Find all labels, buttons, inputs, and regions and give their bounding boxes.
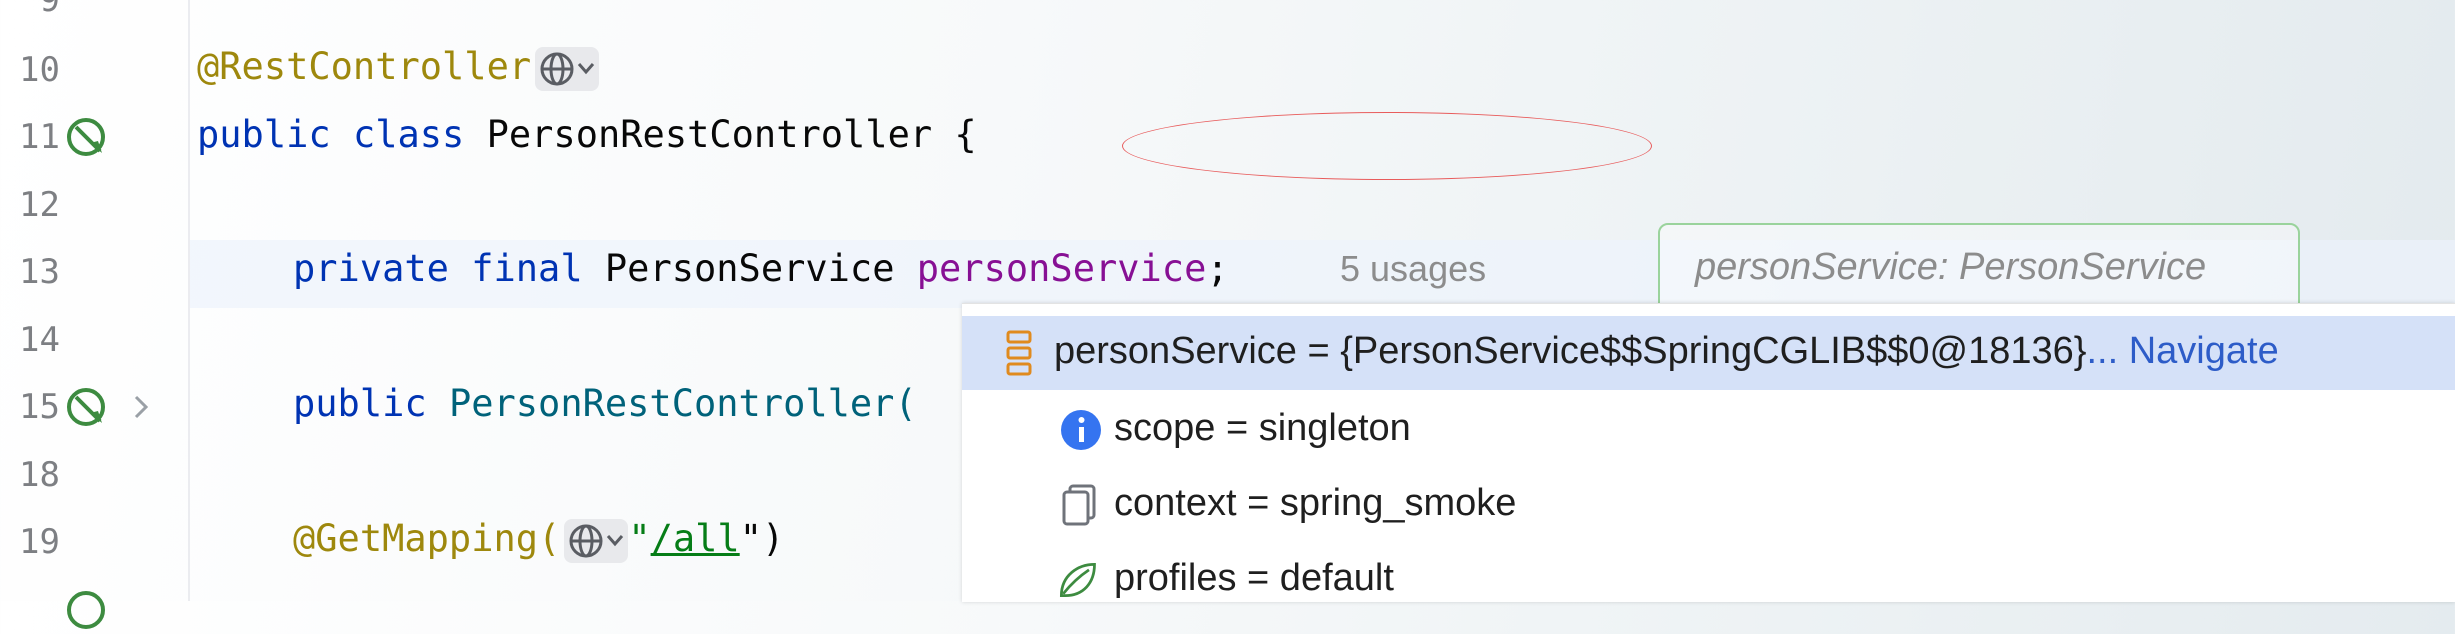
profiles-row: profiles = default bbox=[962, 543, 2455, 617]
context-icon bbox=[1062, 484, 1096, 526]
code-line-11: public class PersonRestController { bbox=[197, 113, 977, 156]
info-icon bbox=[1061, 410, 1101, 450]
line-number: 19 bbox=[19, 522, 60, 562]
profiles-text: profiles = default bbox=[1114, 557, 1394, 599]
chevron-right-icon[interactable] bbox=[128, 391, 154, 423]
url-path[interactable]: /all bbox=[651, 517, 740, 560]
code-line-10: @RestController bbox=[197, 45, 600, 91]
keyword: public bbox=[293, 382, 427, 425]
line-number: 11 bbox=[19, 117, 60, 157]
line-number: 15 bbox=[19, 387, 60, 427]
string-quote: " bbox=[628, 517, 651, 560]
spring-bean-gutter-icon[interactable] bbox=[64, 113, 112, 161]
type-name: PersonService bbox=[604, 247, 895, 290]
bean-info-popup: personService = {PersonService$$SpringCG… bbox=[962, 303, 2455, 602]
red-highlight-oval bbox=[1122, 112, 1652, 180]
field-name[interactable]: personService bbox=[917, 247, 1207, 290]
spring-bean-gutter-icon[interactable] bbox=[64, 586, 112, 634]
annotation: @GetMapping( bbox=[293, 517, 561, 560]
globe-icon[interactable] bbox=[564, 518, 629, 563]
code-line-13: private final PersonService personServic… bbox=[293, 247, 1229, 290]
code-line-19: @GetMapping( "/all") bbox=[293, 517, 784, 563]
string-quote: ") bbox=[739, 517, 785, 560]
usages-hint[interactable]: 5 usages bbox=[1340, 248, 1486, 290]
line-number: 12 bbox=[19, 185, 60, 225]
keyword: private bbox=[293, 247, 449, 290]
class-name: PersonRestController { bbox=[486, 113, 977, 156]
line-number: 18 bbox=[19, 455, 60, 495]
constructor-name: PersonRestController( bbox=[448, 382, 917, 425]
line-number: 10 bbox=[19, 50, 60, 90]
scope-row: scope = singleton bbox=[962, 393, 2455, 467]
globe-icon[interactable] bbox=[535, 46, 600, 91]
scope-text: scope = singleton bbox=[1114, 407, 1411, 449]
bean-value: personService = {PersonService$$SpringCG… bbox=[1054, 330, 2087, 372]
context-text: context = spring_smoke bbox=[1114, 482, 1517, 524]
context-row: context = spring_smoke bbox=[962, 468, 2455, 542]
keyword: class bbox=[352, 113, 465, 156]
keyword: final bbox=[471, 247, 583, 290]
semicolon: ; bbox=[1206, 247, 1229, 290]
code-line-15: public PersonRestController( bbox=[293, 382, 917, 425]
spring-bean-gutter-icon[interactable] bbox=[64, 383, 112, 431]
bean-value-row[interactable]: personService = {PersonService$$SpringCG… bbox=[962, 316, 2455, 390]
line-number: 9 bbox=[39, 0, 60, 20]
navigate-link[interactable]: ... Navigate bbox=[2087, 330, 2279, 372]
annotation: @RestController bbox=[197, 45, 532, 88]
spring-leaf-icon bbox=[1059, 562, 1096, 598]
line-number: 14 bbox=[19, 320, 60, 360]
inlay-hint: personService: PersonService bbox=[1695, 246, 2207, 288]
line-number: 13 bbox=[19, 252, 60, 292]
keyword: public bbox=[197, 113, 331, 156]
bean-icon bbox=[1006, 330, 1032, 376]
